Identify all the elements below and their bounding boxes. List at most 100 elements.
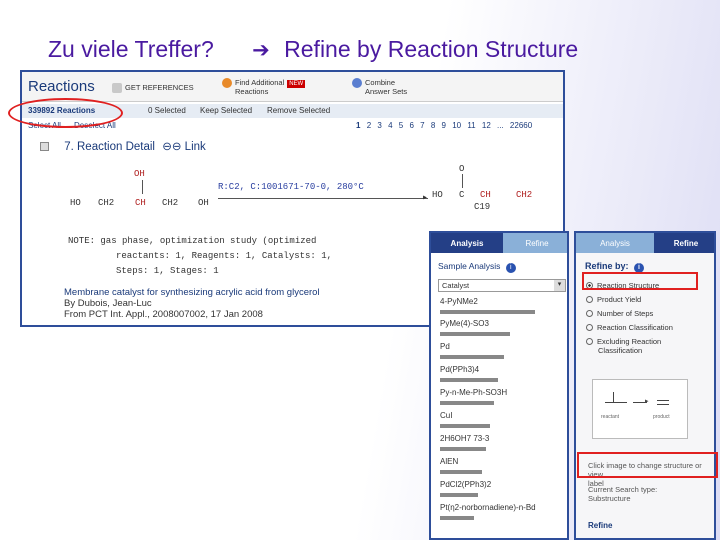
- analysis-bar: [440, 310, 535, 314]
- analysis-item[interactable]: CuI: [440, 411, 452, 420]
- combine-icon: [352, 78, 362, 88]
- reaction-detail-link[interactable]: Reaction Detail: [77, 141, 155, 153]
- product-o-label: O: [459, 164, 465, 174]
- info-icon[interactable]: i: [505, 263, 516, 273]
- refine-button[interactable]: Refine: [588, 521, 612, 530]
- product-c-label: C: [459, 190, 465, 200]
- publication-title[interactable]: Membrane catalyst for synthesizing acryl…: [64, 287, 320, 298]
- analysis-panel: Analysis Refine Sample Analysis i Cataly…: [429, 231, 569, 540]
- analysis-bar: [440, 424, 490, 428]
- analysis-item[interactable]: Pt(η2-norbornadiene)-n-Bd: [440, 503, 536, 512]
- reaction-structure-highlight: [582, 272, 698, 290]
- product-ch2-label: CH2: [516, 190, 533, 200]
- reaction-count-highlight: [8, 98, 123, 128]
- remove-selected-button[interactable]: Remove Selected: [267, 106, 330, 115]
- tab-analysis[interactable]: Analysis: [431, 233, 503, 253]
- link-label[interactable]: Link: [185, 141, 206, 153]
- analysis-bar: [440, 378, 498, 382]
- analysis-item[interactable]: Py-n-Me-Ph-SO3H: [440, 388, 507, 397]
- refine-option-product-yield[interactable]: Product Yield: [586, 295, 641, 304]
- thumb-arrow-icon: ▸: [645, 398, 649, 405]
- slide-title-right: Refine by Reaction Structure: [284, 36, 579, 62]
- reaction-detail-header: 7. Reaction Detail ⊖⊖ Link: [40, 139, 206, 153]
- tab-analysis[interactable]: Analysis: [576, 233, 654, 253]
- bond-line: [657, 400, 669, 401]
- refine-option-reaction-classification[interactable]: Reaction Classification: [586, 323, 673, 332]
- oh-top-label: OH: [134, 169, 145, 179]
- publication-source: From PCT Int. Appl., 2008007002, 17 Jan …: [64, 309, 263, 320]
- thumb-reactant-label: reactant: [601, 414, 620, 420]
- analysis-bar: [440, 355, 504, 359]
- analysis-bar: [440, 401, 494, 405]
- get-references-button[interactable]: GET REFERENCES: [112, 83, 194, 93]
- page-link[interactable]: 6: [409, 121, 413, 130]
- chevron-down-icon: ▾: [554, 280, 565, 291]
- reactant-ch2b-label: CH2: [162, 198, 179, 208]
- click-image-highlight: [577, 452, 718, 478]
- page-link[interactable]: 3: [377, 121, 381, 130]
- reaction-structure-thumbnail[interactable]: ▸ reactant product: [592, 379, 688, 439]
- page-ellipsis: ...: [497, 121, 504, 130]
- bond-line: [613, 392, 614, 402]
- reaction-arrow-icon: ▸: [422, 193, 429, 204]
- analysis-item[interactable]: 2H6OH7 73-3: [440, 434, 489, 443]
- reaction-conditions: R:C2, C:1001671-70-0, 280°C: [218, 182, 364, 192]
- reaction-checkbox[interactable]: [40, 142, 49, 152]
- page-link[interactable]: 1: [356, 121, 360, 130]
- find-additional-reactions-button[interactable]: Find Additional NEW Reactions: [222, 78, 306, 96]
- product-id: C19: [474, 202, 491, 212]
- page-link[interactable]: 7: [420, 121, 424, 130]
- plus-icon: [222, 78, 232, 88]
- reactant-ch2-label: CH2: [98, 198, 115, 208]
- analysis-item[interactable]: Pd(PPh3)4: [440, 365, 479, 374]
- analysis-item[interactable]: Pd: [440, 342, 450, 351]
- current-search-type: Current Search type: Substructure: [588, 485, 658, 503]
- page-link[interactable]: 12: [482, 121, 491, 130]
- product-ho-label: HO: [432, 190, 443, 200]
- page-link[interactable]: 11: [467, 121, 475, 130]
- product-ch-label: CH: [480, 190, 491, 200]
- page-link[interactable]: 5: [399, 121, 403, 130]
- page-link[interactable]: 2: [367, 121, 371, 130]
- radio-icon: [586, 338, 593, 345]
- bond-line: [142, 180, 143, 194]
- analysis-item[interactable]: PdCl2(PPh3)2: [440, 480, 491, 489]
- tab-refine[interactable]: Refine: [654, 233, 714, 253]
- bond-line: [657, 404, 669, 405]
- reaction-index: 7.: [64, 141, 74, 153]
- combine-answer-sets-button[interactable]: Combine Answer Sets: [352, 78, 407, 96]
- slide-title-left: Zu viele Treffer?: [48, 36, 214, 62]
- analysis-item[interactable]: 4-PyNMe2: [440, 297, 478, 306]
- reaction-arrow-line: [218, 198, 428, 199]
- reactant-ho-label: HO: [70, 198, 81, 208]
- note-line: Steps: 1, Stages: 1: [116, 266, 219, 276]
- refine-option-number-of-steps[interactable]: Number of Steps: [586, 309, 653, 318]
- page-link-last[interactable]: 22660: [510, 121, 532, 130]
- thumb-product-label: product: [653, 414, 670, 420]
- page-link[interactable]: 4: [388, 121, 392, 130]
- publication-author: By Dubois, Jean-Luc: [64, 298, 152, 309]
- analysis-bar: [440, 332, 510, 336]
- analysis-dropdown[interactable]: Catalyst ▾: [438, 279, 566, 292]
- link-icon[interactable]: ⊖⊖: [162, 141, 181, 153]
- keep-selected-button[interactable]: Keep Selected: [200, 106, 252, 115]
- bond-line: [605, 402, 627, 403]
- page-link[interactable]: 9: [442, 121, 446, 130]
- analysis-bar: [440, 447, 486, 451]
- refine-option-excluding-reaction[interactable]: Excluding Reaction Classification: [586, 337, 661, 355]
- pagination: 1 2 3 4 5 6 7 8 9 10 11 12 ... 22660: [356, 121, 536, 130]
- publication-info: Membrane catalyst for synthesizing acryl…: [64, 287, 320, 320]
- bond-line: [462, 174, 463, 188]
- radio-icon: [586, 324, 593, 331]
- refine-tabs: Analysis Refine: [576, 233, 714, 253]
- tab-refine[interactable]: Refine: [503, 233, 567, 253]
- reactions-title: Reactions: [28, 78, 95, 95]
- radio-icon: [586, 310, 593, 317]
- page-link[interactable]: 10: [452, 121, 461, 130]
- analysis-item[interactable]: AlEN: [440, 457, 458, 466]
- reactions-toolbar: Reactions GET REFERENCES Find Additional…: [22, 72, 563, 102]
- reactant-ch-label: CH: [135, 198, 146, 208]
- analysis-item[interactable]: PyMe(4)-SO3: [440, 319, 489, 328]
- page-link[interactable]: 8: [431, 121, 435, 130]
- references-icon: [112, 83, 122, 93]
